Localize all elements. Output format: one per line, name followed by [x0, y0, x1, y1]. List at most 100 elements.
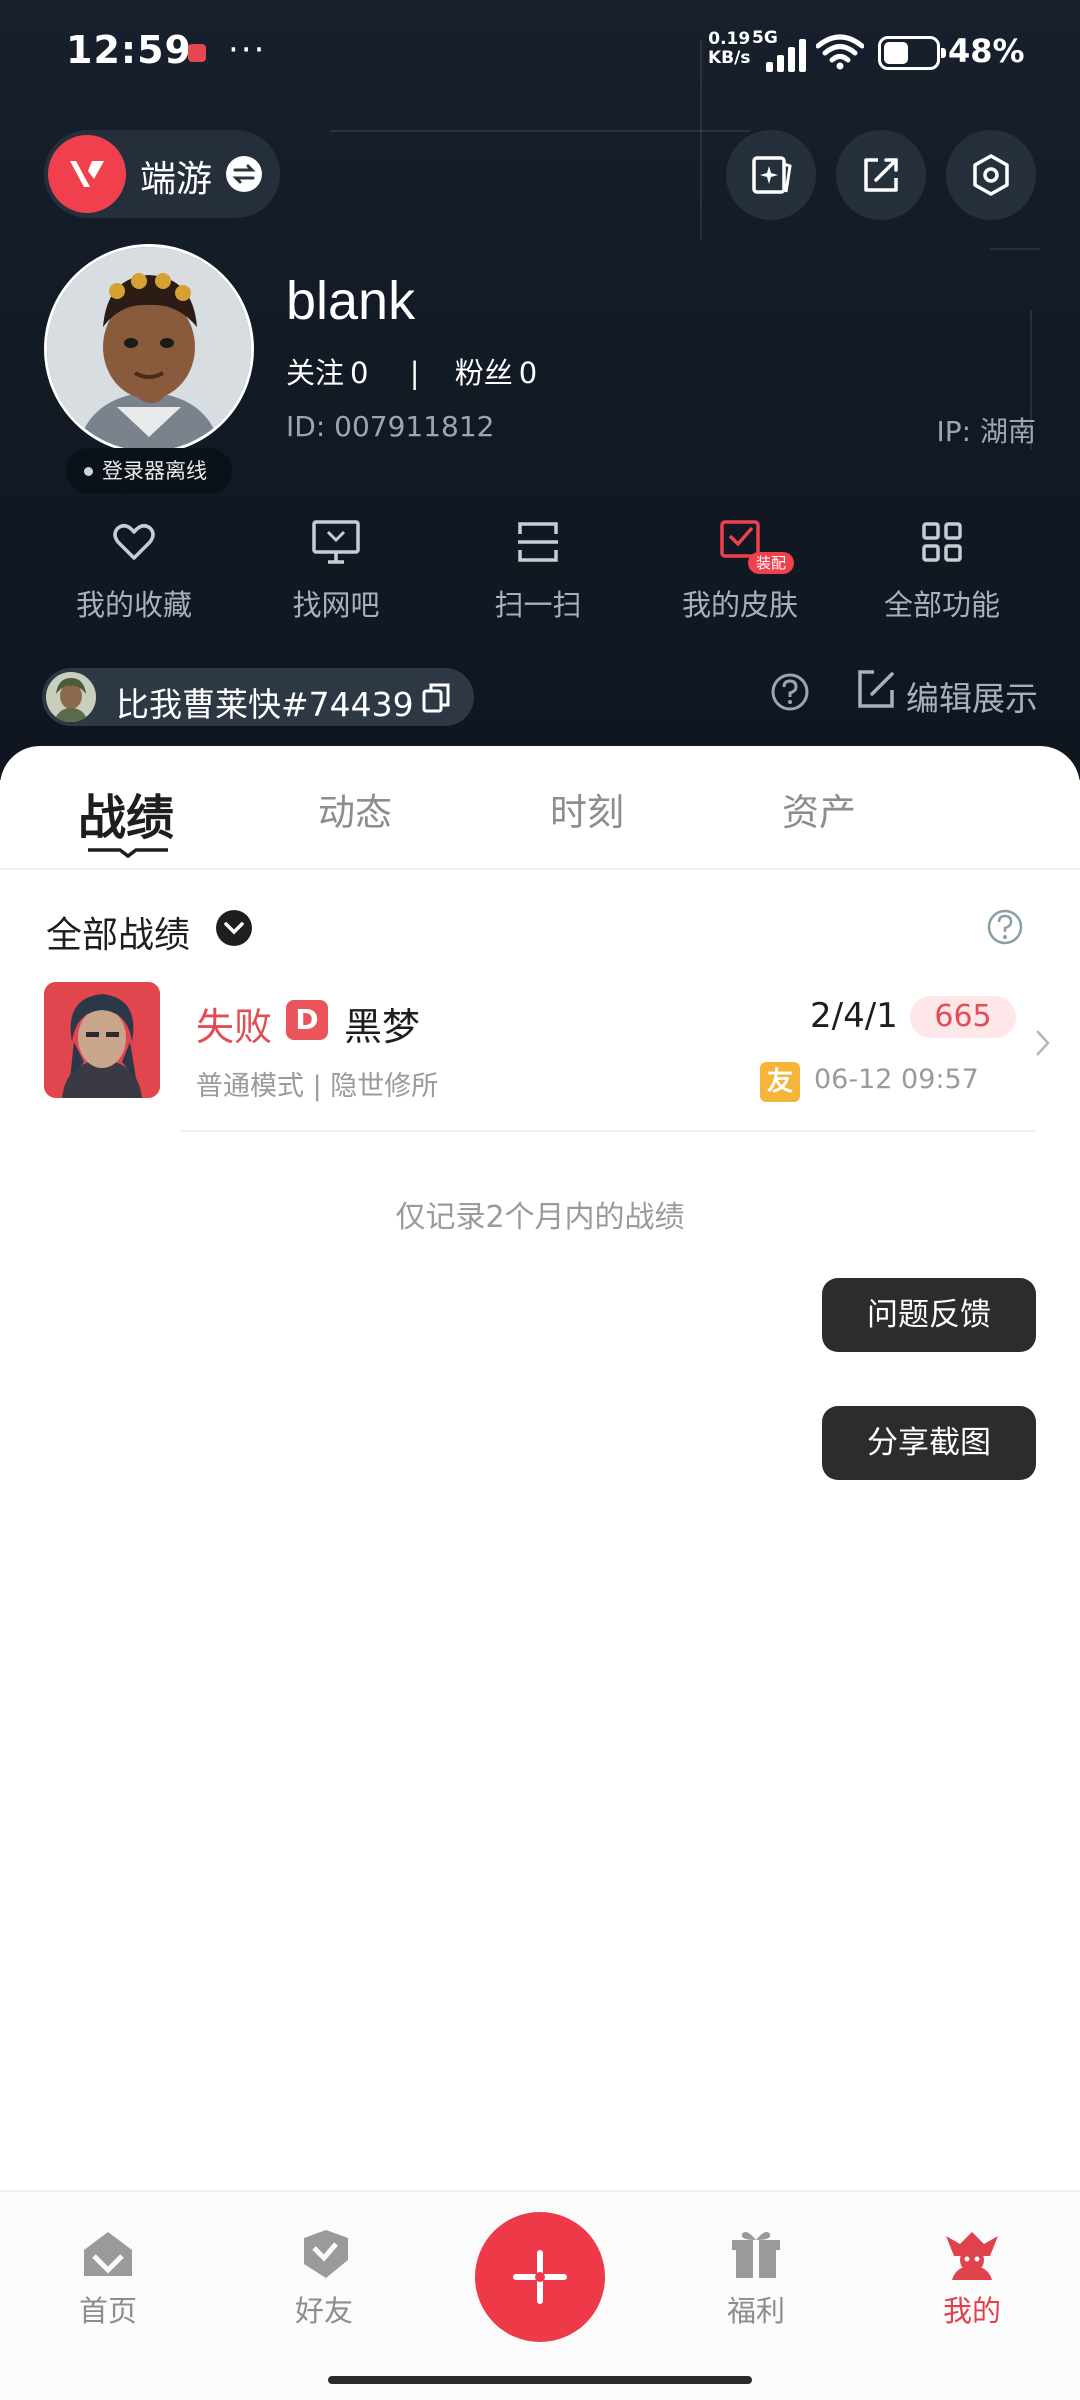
gallery-button[interactable]	[726, 130, 816, 220]
nav-label: 首页	[78, 2294, 137, 2328]
follow-count[interactable]: 0	[350, 356, 368, 390]
status-text: 登录器离线	[102, 459, 207, 483]
avatar-image	[47, 247, 251, 451]
decor-line	[990, 248, 1040, 250]
nav-label: 好友	[294, 2294, 353, 2328]
home-icon	[84, 2232, 132, 2276]
fans-label[interactable]: 粉丝	[455, 356, 513, 390]
follow-label[interactable]: 关注	[286, 356, 344, 390]
chevron-down-icon[interactable]	[216, 910, 252, 946]
share-screenshot-button[interactable]: 分享截图	[822, 1406, 1036, 1480]
battery-fill	[884, 42, 908, 64]
chevron-right-icon	[1036, 1030, 1050, 1056]
status-dot-icon	[84, 467, 93, 476]
plus-icon	[513, 2250, 567, 2304]
func-find-netcafe[interactable]: 找网吧	[246, 518, 426, 638]
match-time: 06-12 09:57	[814, 1064, 979, 1095]
func-label: 找网吧	[292, 588, 380, 622]
profile-header: 12:59 ··· 0.19 KB/s 5G 48% 端游 登录器离线 blan…	[0, 0, 1080, 780]
content-panel: 战绩 动态 时刻 资产 全部战绩 失败 D 黑梦 2/4/1 665 普通模式 …	[0, 746, 1080, 2190]
help-icon[interactable]	[770, 672, 810, 712]
func-label: 我的皮肤	[681, 588, 798, 622]
tab-bar: 战绩 动态 时刻 资产	[0, 746, 1080, 870]
func-my-skins[interactable]: 装配 我的皮肤	[650, 518, 830, 638]
share-button[interactable]	[836, 130, 926, 220]
speed-value: 0.19	[708, 29, 751, 49]
friend-tag: 友	[760, 1062, 800, 1102]
ip-location: IP: 湖南	[936, 415, 1036, 448]
friends-icon	[304, 2230, 348, 2278]
settings-button[interactable]	[946, 130, 1036, 220]
tab-assets[interactable]: 资产	[782, 782, 856, 836]
battery-icon	[878, 36, 946, 70]
tab-moments[interactable]: 时刻	[550, 782, 624, 836]
func-favorites[interactable]: 我的收藏	[44, 518, 224, 638]
grid-icon	[922, 522, 962, 562]
divider: |	[409, 356, 420, 390]
edit-icon	[858, 670, 894, 708]
player-riot-id: 比我曹莱快#74439	[116, 685, 414, 724]
sparkle-card-icon	[752, 156, 792, 194]
network-speed: 0.19 KB/s	[708, 30, 750, 68]
nav-label: 福利	[726, 2294, 785, 2328]
record-filter[interactable]: 全部战绩	[46, 906, 190, 958]
func-label: 扫一扫	[494, 588, 582, 622]
settings-hex-icon	[973, 154, 1009, 196]
edit-display-label: 编辑展示	[906, 679, 1038, 718]
tab-indicator	[88, 848, 168, 859]
bottom-nav: 首页 好友 福利 我的	[0, 2190, 1080, 2400]
share-icon	[864, 158, 898, 192]
game-logo-icon	[48, 135, 126, 213]
status-bar: 12:59 ··· 0.19 KB/s 5G 48%	[0, 0, 1080, 110]
kda: 2/4/1	[810, 996, 898, 1036]
nav-friends[interactable]: 好友	[264, 2226, 384, 2330]
match-mode: 普通模式 | 隐世修所	[196, 1071, 439, 1102]
rank-badge: D	[286, 1000, 328, 1040]
copy-icon[interactable]	[420, 682, 452, 714]
gift-icon	[732, 2232, 780, 2278]
tab-feed[interactable]: 动态	[318, 782, 392, 836]
create-post-button[interactable]	[475, 2212, 605, 2342]
match-result: 失败	[196, 1005, 273, 1049]
map-name: 黑梦	[344, 1005, 421, 1049]
wifi-icon	[816, 34, 864, 70]
heart-icon	[113, 524, 155, 560]
record-range-note: 仅记录2个月内的战绩	[395, 1200, 685, 1235]
game-switcher[interactable]: 端游	[44, 130, 280, 218]
fans-count[interactable]: 0	[519, 356, 537, 390]
equip-tag: 装配	[748, 552, 794, 574]
username: blank	[286, 271, 416, 331]
edit-display-button[interactable]: 编辑展示	[856, 668, 1038, 718]
match-record-row[interactable]: 失败 D 黑梦 2/4/1 665 普通模式 | 隐世修所 友 06-12 09…	[0, 982, 1080, 1132]
notification-icon	[188, 44, 206, 62]
battery-text: 48%	[948, 32, 1025, 70]
more-notifications-icon: ···	[228, 30, 267, 70]
decor-line	[330, 130, 750, 132]
scan-icon	[518, 522, 558, 562]
help-icon[interactable]	[986, 908, 1024, 946]
speed-unit: KB/s	[708, 48, 751, 68]
profile-icon	[946, 2232, 998, 2280]
agent-avatar	[44, 982, 160, 1098]
switch-arrows-icon	[226, 156, 262, 192]
launcher-status-badge: 登录器离线	[66, 448, 232, 494]
home-indicator[interactable]	[328, 2376, 752, 2384]
func-label: 我的收藏	[75, 588, 192, 622]
nav-benefits[interactable]: 福利	[696, 2226, 816, 2330]
status-time: 12:59	[66, 28, 192, 72]
func-all-features[interactable]: 全部功能	[852, 518, 1032, 638]
signal-icon	[766, 39, 806, 72]
avatar[interactable]	[44, 244, 254, 454]
nav-home[interactable]: 首页	[48, 2226, 168, 2330]
game-name: 端游	[140, 159, 213, 200]
divider	[180, 1130, 1036, 1132]
nav-profile[interactable]: 我的	[912, 2226, 1032, 2330]
nav-label: 我的	[942, 2294, 1001, 2328]
score-badge: 665	[910, 996, 1016, 1038]
feedback-button[interactable]: 问题反馈	[822, 1278, 1036, 1352]
player-tag[interactable]: 比我曹莱快#74439	[42, 668, 474, 726]
follow-stats: 关注 0 | 粉丝 0	[286, 350, 543, 392]
tab-records[interactable]: 战绩	[78, 778, 174, 848]
user-id: ID: 007911812	[286, 410, 495, 443]
func-scan[interactable]: 扫一扫	[448, 518, 628, 638]
